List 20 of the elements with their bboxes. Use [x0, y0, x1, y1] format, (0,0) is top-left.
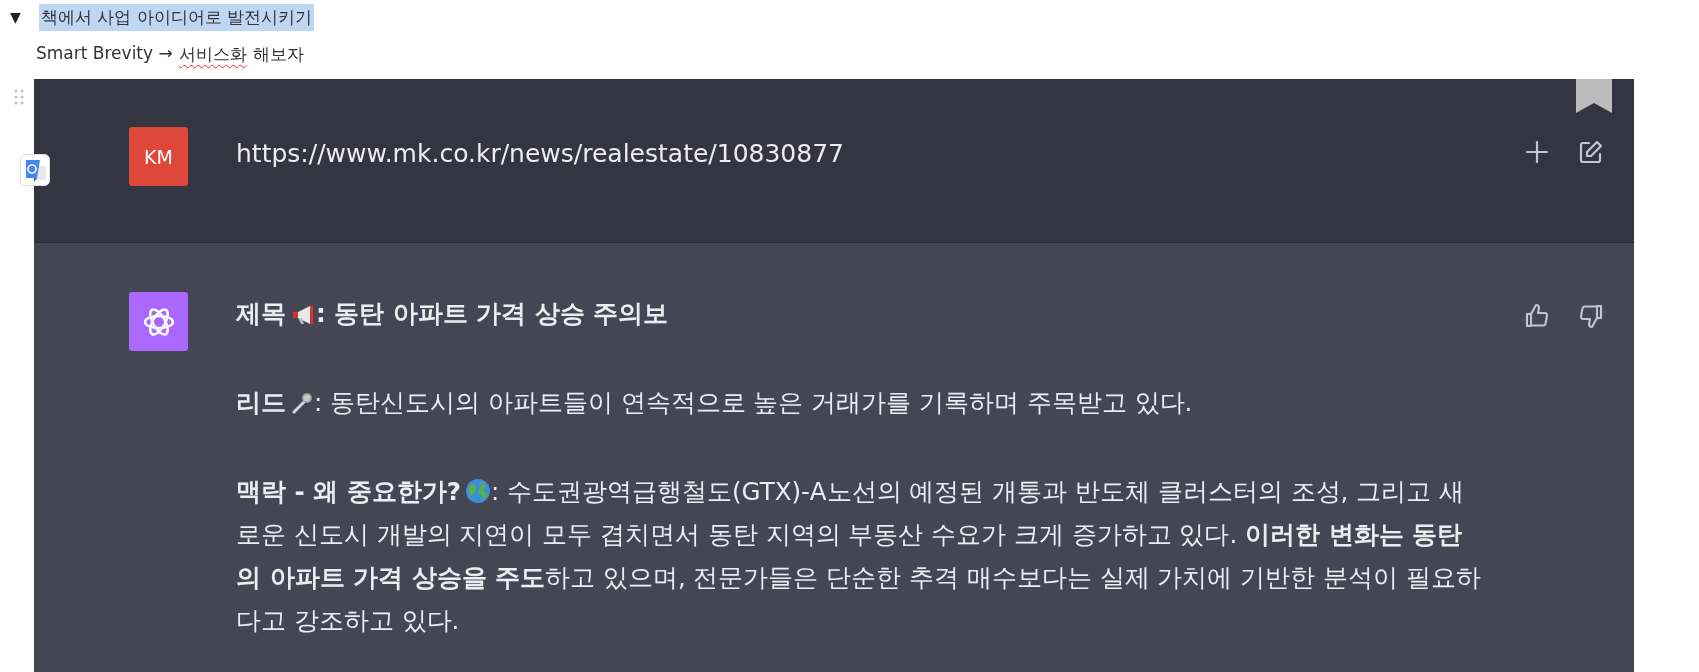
bookmark-icon[interactable] — [1576, 79, 1612, 113]
summary-title: 제목 : 동탄 아파트 가격 상승 주의보 — [236, 298, 670, 330]
drag-handle-icon[interactable] — [13, 88, 25, 106]
megaphone-icon — [290, 304, 316, 326]
globe-icon — [465, 478, 491, 504]
summary-paragraph: 리드 : 동탄신도시의 아파트들이 연속적으로 높은 거래가를 기록하며 주목받고 있다. — [236, 387, 1194, 419]
microphone-icon — [290, 391, 314, 415]
note-text: 해보자 — [252, 43, 304, 66]
edit-icon[interactable] — [1578, 139, 1604, 165]
translate-icon[interactable] — [20, 154, 50, 186]
thumbs-up-icon[interactable] — [1524, 303, 1550, 329]
collapse-toggle[interactable]: ▼ — [10, 9, 21, 25]
note-text: Smart Brevity → — [36, 43, 173, 65]
prompt-text: https://www.mk.co.kr/news/realestate/10830877 — [236, 139, 844, 168]
summary-paragraph: 맥락 - 왜 중요한가? : 수도권광역급행철도(GTX)-A노선의 예정된 개통과 반도체 클러스터의 조성, 그리고 새로운 신도시 개발의 지연이 모두 겹치면서 동탄 지역의 부동산 수요가 크게 증가하고 있다. 이러한 변화는 동탄의 아파트 가격 상승을 주도하고 있으며, 전문가들은 단순한 추격 매수보다는 실제 가치에 기반한 분석이 필요하다고 강조하고 있다. — [236, 476, 1482, 637]
plus-icon[interactable] — [1524, 139, 1550, 165]
user-avatar: KM — [129, 127, 188, 186]
heading: 책에서 사업 아이디어로 발전시키기 — [38, 3, 314, 31]
thumbs-down-icon[interactable] — [1578, 303, 1604, 329]
misspelled-word: 서비스화 — [178, 43, 247, 66]
